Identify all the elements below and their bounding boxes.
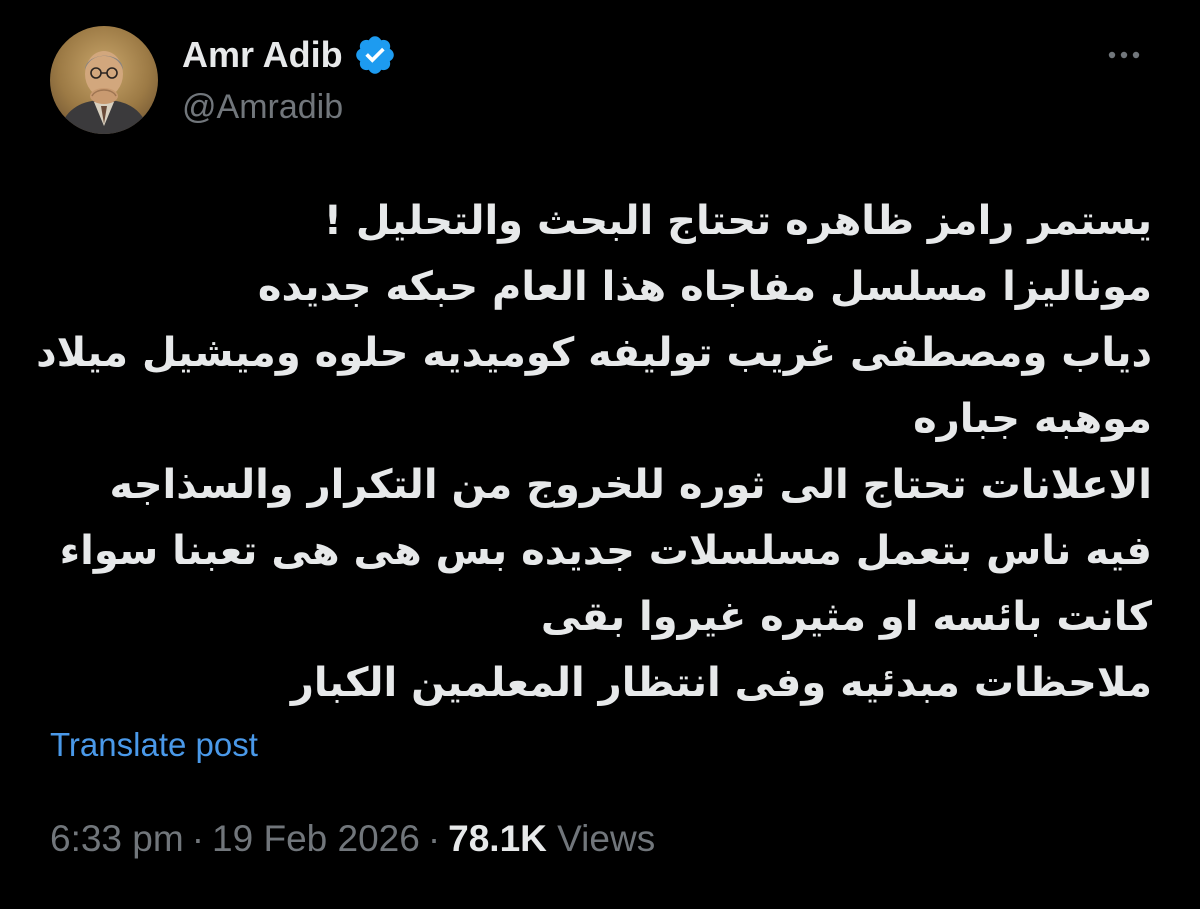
tweet-body: يستمر رامز ظاهره تحتاج البحث والتحليل ! … — [36, 188, 1152, 716]
views-label: Views — [557, 818, 656, 859]
tweet-line: ملاحظات مبدئيه وفى انتظار المعلمين الكبا… — [290, 660, 1152, 706]
tweet-line: موهبه جباره — [913, 396, 1152, 442]
author-display-name[interactable]: Amr Adib — [182, 34, 343, 76]
author-handle[interactable]: @Amradib — [182, 88, 343, 127]
ellipsis-horizontal-icon[interactable] — [1100, 40, 1148, 70]
author-name-row: Amr Adib — [182, 30, 397, 80]
post-date[interactable]: 19 Feb 2026 — [212, 818, 420, 859]
portrait-avatar-image — [50, 26, 158, 134]
tweet-line: دياب ومصطفى غريب توليفه كوميديه حلوه ومي… — [36, 330, 1152, 376]
tweet-meta: 6:33 pm · 19 Feb 2026 · 78.1K Views — [50, 818, 655, 860]
meta-separator: · — [191, 818, 205, 859]
tweet-line: فيه ناس بتعمل مسلسلات جديده بس هى هى تعب… — [59, 528, 1152, 574]
views-count[interactable]: 78.1K — [448, 818, 547, 859]
translate-post-link[interactable]: Translate post — [50, 726, 258, 764]
tweet-line: كانت بائسه او مثيره غيروا بقى — [540, 594, 1152, 640]
tweet-line: يستمر رامز ظاهره تحتاج البحث والتحليل ! — [323, 198, 1152, 244]
verified-badge-icon[interactable] — [353, 33, 397, 77]
post-time[interactable]: 6:33 pm — [50, 818, 184, 859]
tweet-line: الاعلانات تحتاج الى ثوره للخروج من التكر… — [109, 462, 1152, 508]
author-avatar[interactable] — [50, 26, 158, 134]
meta-separator: · — [427, 818, 441, 859]
tweet-line: موناليزا مسلسل مفاجاه هذا العام حبكه جدي… — [257, 264, 1152, 310]
